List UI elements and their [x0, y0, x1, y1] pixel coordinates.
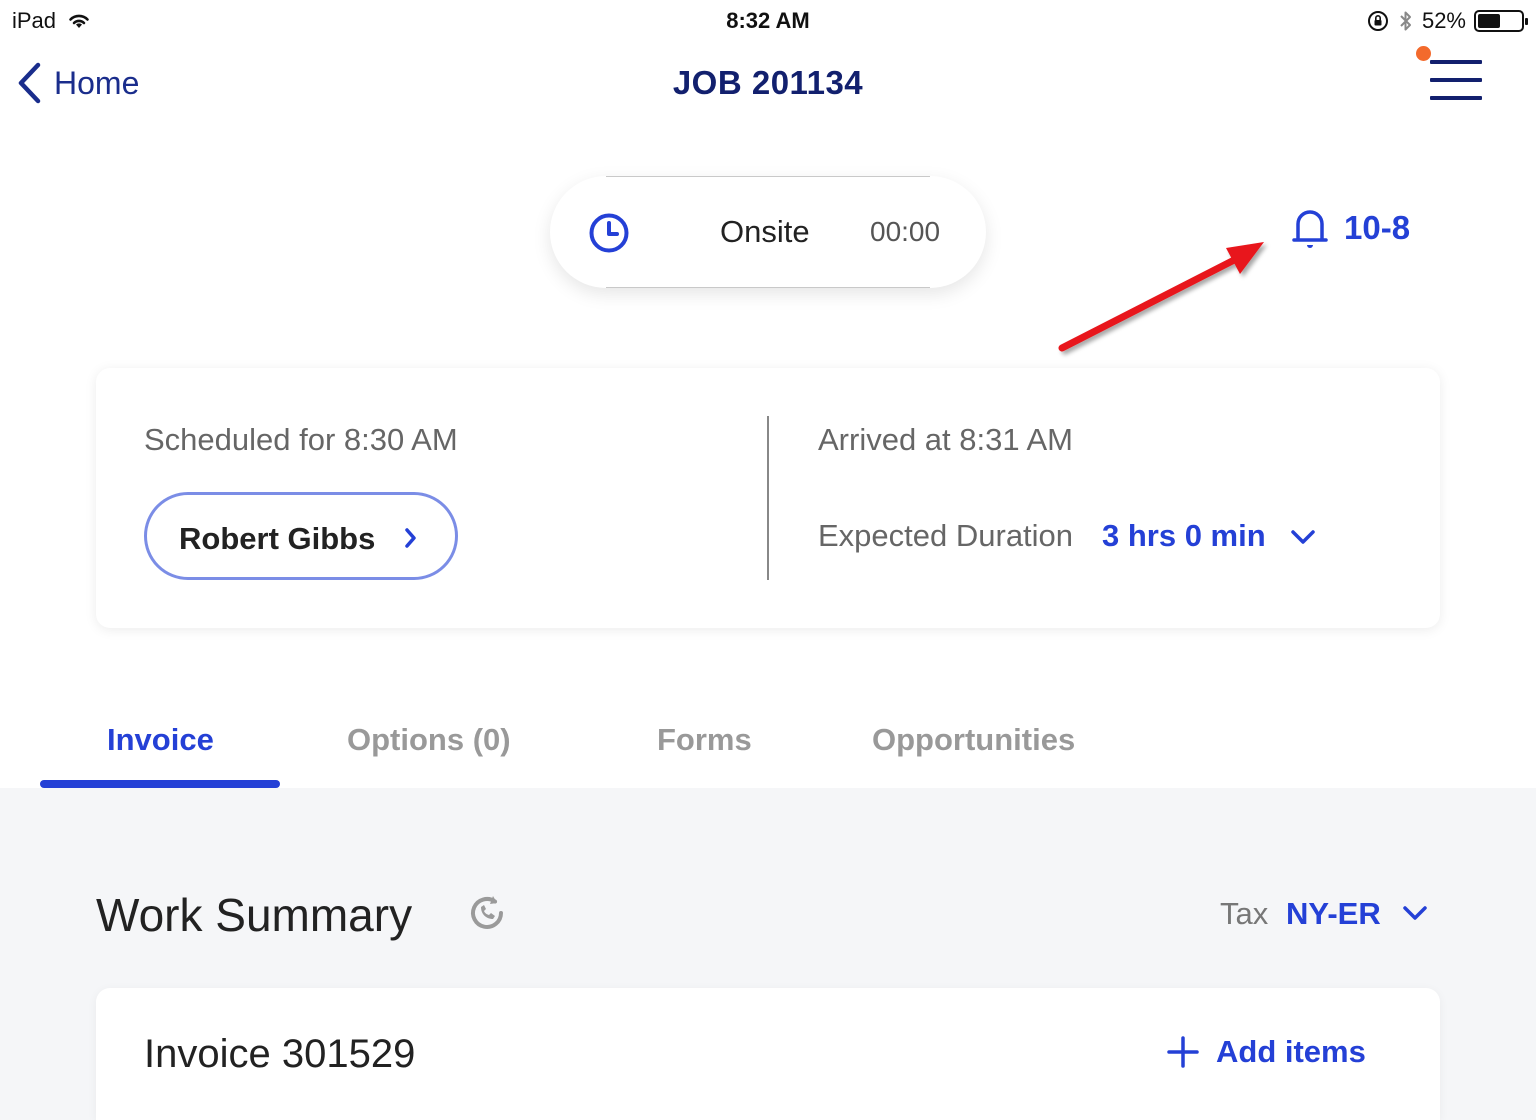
customer-button[interactable]: Robert Gibbs: [144, 492, 458, 580]
tab-bar: Invoice Options (0) Forms Opportunities: [0, 700, 1536, 788]
bluetooth-icon: [1400, 11, 1411, 31]
tax-label: Tax: [1220, 896, 1269, 931]
history-icon[interactable]: [466, 892, 508, 934]
invoice-card: Invoice 301529 Add items: [96, 988, 1440, 1120]
customer-name: Robert Gibbs: [179, 521, 376, 556]
add-items-label: Add items: [1216, 1034, 1366, 1069]
plus-icon: [1167, 1036, 1199, 1068]
status-time: 8:32 AM: [726, 8, 810, 33]
chevron-down-icon[interactable]: [1290, 528, 1316, 546]
work-summary-title: Work Summary: [96, 889, 413, 941]
tax-dropdown[interactable]: NY-ER: [1286, 896, 1381, 932]
menu-button[interactable]: [1430, 60, 1482, 110]
page-title: JOB 201134: [672, 64, 864, 101]
chevron-down-icon[interactable]: [1402, 904, 1428, 922]
invoice-title: Invoice 301529: [144, 1032, 416, 1076]
add-items-button[interactable]: Add items: [1166, 1034, 1366, 1070]
scheduled-time: Scheduled for 8:30 AM: [144, 422, 458, 457]
status-bar: iPad 8:32 AM 52%: [0, 0, 1536, 40]
menu-line: [1430, 60, 1482, 64]
battery-icon: [1474, 10, 1528, 32]
clock-icon: [589, 213, 629, 253]
bell-10-8-button[interactable]: 10-8: [1290, 204, 1410, 252]
onsite-timer: 00:00: [870, 216, 941, 247]
bell-icon: [1292, 210, 1328, 248]
duration-dropdown[interactable]: 3 hrs 0 min: [1102, 518, 1266, 554]
tab-options[interactable]: Options (0): [347, 722, 511, 758]
card-divider: [767, 416, 769, 580]
battery-fill: [1478, 14, 1500, 28]
bell-label: 10-8: [1344, 209, 1411, 246]
tab-forms[interactable]: Forms: [657, 722, 752, 758]
tab-opportunities[interactable]: Opportunities: [872, 722, 1075, 758]
annotation-arrow-icon: [1058, 242, 1264, 352]
notification-dot: [1416, 46, 1431, 61]
onsite-status-pill[interactable]: Onsite 00:00: [550, 176, 986, 288]
active-tab-indicator: [40, 780, 280, 788]
rotation-lock-icon: [1367, 11, 1388, 31]
status-right: 52%: [1366, 8, 1528, 34]
chevron-right-icon: [405, 528, 416, 548]
duration-label: Expected Duration: [818, 518, 1074, 553]
work-summary-section: Work Summary Tax NY-ER Invoice 301529 Ad…: [0, 788, 1536, 1120]
schedule-card: Scheduled for 8:30 AM Robert Gibbs Arriv…: [96, 368, 1440, 628]
onsite-label: Onsite: [720, 214, 810, 249]
tab-invoice[interactable]: Invoice: [107, 722, 214, 758]
arrived-time: Arrived at 8:31 AM: [818, 422, 1074, 457]
menu-line: [1430, 96, 1482, 100]
battery-percent: 52%: [1421, 8, 1466, 33]
menu-line: [1430, 78, 1482, 82]
